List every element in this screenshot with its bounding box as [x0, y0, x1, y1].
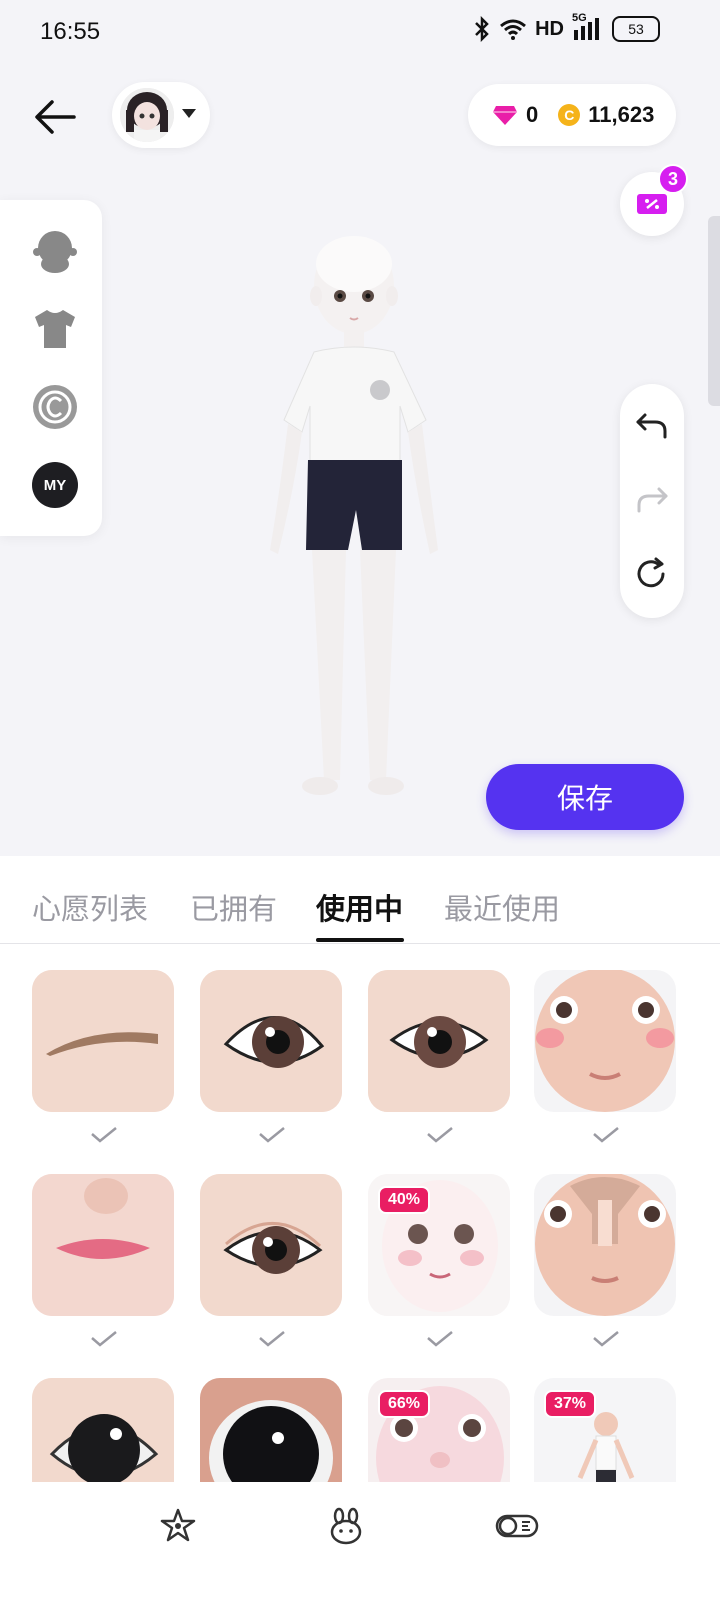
item-eye-shape[interactable]: [200, 970, 342, 1112]
check-icon: [259, 1331, 285, 1347]
avatar-character: [270, 236, 438, 795]
bluetooth-icon: [475, 16, 489, 42]
category-copyright[interactable]: [30, 382, 80, 432]
bunny-icon: [330, 1507, 362, 1545]
diamond-count: 0: [526, 102, 539, 127]
copyright-icon: [33, 385, 77, 429]
coin-count: 11,623: [588, 102, 655, 127]
tab-owned[interactable]: 已拥有: [190, 886, 277, 928]
check-icon: [91, 1331, 117, 1347]
undo-button[interactable]: [632, 406, 672, 446]
eye-thumbnail: [200, 1378, 342, 1484]
tab-recent[interactable]: 最近使用: [444, 886, 560, 928]
item-lips[interactable]: [32, 1174, 174, 1316]
coin-icon: C: [558, 104, 581, 126]
category-my[interactable]: MY: [30, 460, 80, 510]
currency-balance[interactable]: 0 C 11,623: [468, 84, 676, 146]
save-button[interactable]: 保存: [486, 764, 684, 830]
active-tab-indicator: [316, 938, 404, 942]
coupon-icon: [637, 194, 667, 214]
my-label: MY: [32, 462, 78, 508]
nav-sparkle[interactable]: [158, 1506, 198, 1546]
redo-button[interactable]: [632, 480, 672, 520]
item-nose-contour[interactable]: [534, 1174, 676, 1316]
reset-icon: [637, 557, 665, 588]
coupon-button[interactable]: 3: [620, 164, 688, 236]
lips-thumbnail: [32, 1174, 174, 1316]
category-clothes[interactable]: [30, 304, 80, 354]
edit-tools: [620, 384, 684, 618]
arrow-left-icon: [35, 100, 76, 134]
item-face-pink[interactable]: 66%: [368, 1378, 510, 1484]
item-body-preset[interactable]: 37%: [534, 1378, 676, 1484]
eye-thumbnail: [32, 1378, 174, 1484]
avatar: [120, 88, 174, 142]
item-pupil-dark[interactable]: [200, 1378, 342, 1484]
eye-thumbnail: [368, 970, 510, 1112]
face-thumbnail: [535, 970, 675, 1112]
sparkle-star-icon: [160, 1508, 196, 1542]
head-icon: [33, 231, 77, 273]
nav-toggle[interactable]: [494, 1506, 540, 1546]
tab-in-use[interactable]: 使用中: [316, 886, 403, 928]
check-icon: [427, 1127, 453, 1143]
bottom-nav: [0, 1482, 720, 1600]
item-eye-color[interactable]: [368, 970, 510, 1112]
status-time: 16:55: [40, 18, 101, 45]
undo-icon: [636, 413, 667, 439]
status-icons: HD 5G 53: [473, 12, 660, 42]
category-panel: MY: [0, 200, 102, 536]
battery-indicator: 53: [612, 16, 660, 42]
status-bar: 16:55 HD 5G 53: [0, 0, 720, 64]
redo-icon: [637, 487, 668, 513]
diamond-icon: [493, 106, 517, 125]
coupon-badge: 3: [658, 164, 688, 194]
reset-button[interactable]: [632, 554, 672, 594]
hd-label: HD: [535, 17, 564, 40]
back-button[interactable]: [30, 92, 80, 142]
wifi-icon: [500, 19, 527, 40]
eye-thumbnail: [200, 970, 342, 1112]
check-icon: [259, 1127, 285, 1143]
check-icon: [427, 1331, 453, 1347]
discount-badge: 37%: [544, 1390, 597, 1418]
tab-wishlist[interactable]: 心愿列表: [32, 886, 148, 928]
item-pupil-black[interactable]: [32, 1378, 174, 1484]
face-thumbnail: [535, 1174, 675, 1316]
check-icon: [593, 1331, 619, 1347]
check-icon: [593, 1127, 619, 1143]
tshirt-icon: [35, 310, 75, 348]
item-grid: 40% 66% 37%: [0, 970, 720, 1484]
item-face-makeup[interactable]: 40%: [368, 1174, 510, 1316]
discount-badge: 66%: [378, 1390, 431, 1418]
tab-bar: 心愿列表 已拥有 使用中 最近使用: [0, 856, 720, 944]
side-scroll-handle[interactable]: [708, 216, 720, 406]
battery-level: 53: [628, 21, 644, 37]
check-icon: [91, 1127, 117, 1143]
chevron-down-icon: [182, 109, 196, 118]
discount-badge: 40%: [378, 1186, 431, 1214]
nav-bunny[interactable]: [326, 1506, 366, 1546]
category-head[interactable]: [30, 226, 80, 276]
item-face-blush[interactable]: [534, 970, 676, 1112]
eyebrow-thumbnail: [32, 970, 174, 1112]
item-eyelid[interactable]: [200, 1174, 342, 1316]
item-eyebrow[interactable]: [32, 970, 174, 1112]
avatar-switcher[interactable]: [112, 82, 210, 148]
eye-thumbnail: [200, 1174, 342, 1316]
toggle-icon: [495, 1514, 539, 1538]
signal-icon: 5G: [572, 12, 604, 42]
